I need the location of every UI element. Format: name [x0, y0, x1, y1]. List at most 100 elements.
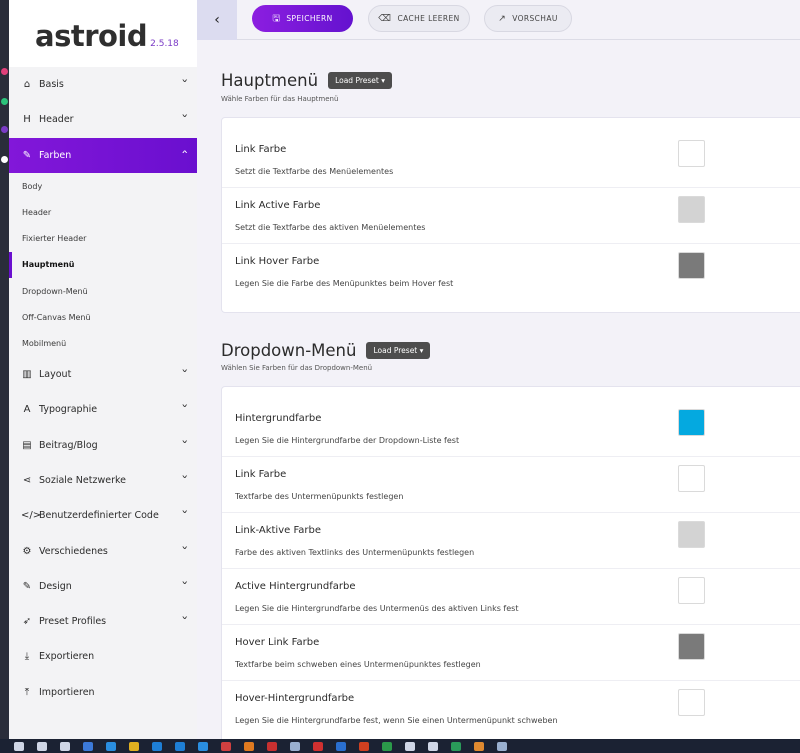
- sidebar-item-farben[interactable]: ✎ Farben ˄: [9, 137, 197, 173]
- sidebar-item-label: Preset Profiles: [39, 616, 107, 628]
- desktop-edge-strip: [0, 0, 9, 739]
- header-h-icon: H: [23, 114, 31, 126]
- color-picker-swatch[interactable]: [678, 252, 705, 279]
- color-setting-row: Link Hover Farbe Legen Sie die Farbe des …: [222, 244, 800, 300]
- color-picker-swatch[interactable]: [678, 465, 705, 492]
- chevron-down-icon: ˅: [180, 78, 189, 92]
- setting-description: Legen Sie die Hintergrundfarbe des Unter…: [235, 604, 519, 613]
- sidebar-subitem[interactable]: Mobilmenü: [9, 331, 197, 357]
- download-icon: ⤓: [24, 651, 30, 663]
- sidebar-subitem[interactable]: Fixierter Header: [9, 225, 197, 251]
- sidebar-subitem[interactable]: Off-Canvas Menü: [9, 304, 197, 330]
- color-picker-swatch[interactable]: [678, 521, 705, 548]
- load-preset-button[interactable]: Load Preset ▾: [328, 72, 392, 89]
- sidebar-item-basis[interactable]: ⌂ Basis ˅: [9, 67, 197, 102]
- preview-label: VORSCHAU: [512, 14, 558, 23]
- sidebar-item-label: Layout: [39, 369, 72, 381]
- sidebar-item-header[interactable]: H Header ˅: [9, 102, 197, 137]
- setting-description: Setzt die Textfarbe des Menüelementes: [235, 167, 394, 176]
- setting-title: Active Hintergrundfarbe: [235, 581, 356, 592]
- taskbar-app-icon[interactable]: [221, 741, 231, 751]
- sidebar-item-benutzerdefinierter-code[interactable]: </> Benutzerdefinierter Code ˅: [9, 498, 197, 533]
- chevron-down-icon: ˅: [180, 368, 189, 382]
- chevron-down-icon: ˅: [180, 544, 189, 558]
- chevron-up-icon: ˄: [180, 148, 189, 162]
- taskbar-app-icon[interactable]: [359, 741, 369, 751]
- sidebar-subitem[interactable]: Dropdown-Menü: [9, 278, 197, 304]
- taskbar-app-icon[interactable]: [129, 741, 139, 751]
- sidebar-subitem[interactable]: Body: [9, 173, 197, 199]
- color-picker-swatch[interactable]: [678, 196, 705, 223]
- color-picker-swatch[interactable]: [678, 409, 705, 436]
- sidebar-nav: ⌂ Basis ˅ H Header ˅ ✎ Farben ˄ Body Header Fixiert…: [9, 67, 197, 710]
- taskbar-app-icon[interactable]: [244, 741, 254, 751]
- setting-description: Setzt die Textfarbe des aktiven Menüelem…: [235, 223, 426, 232]
- load-preset-button[interactable]: Load Preset ▾: [366, 342, 431, 359]
- preview-button[interactable]: ↗ VORSCHAU: [484, 5, 572, 32]
- setting-description: Legen Sie die Farbe des Menüpunktes beim…: [235, 279, 454, 288]
- eraser-icon: ⌫: [378, 13, 392, 24]
- back-button[interactable]: ‹: [197, 0, 237, 40]
- sidebar-item-label: Header: [39, 114, 74, 126]
- clear-cache-button[interactable]: ⌫ CACHE LEEREN: [368, 5, 470, 32]
- taskbar-app-icon[interactable]: [83, 741, 93, 751]
- taskbar-app-icon[interactable]: [405, 741, 415, 751]
- color-picker-swatch[interactable]: [678, 140, 705, 167]
- taskbar-app-icon[interactable]: [14, 741, 24, 751]
- sidebar-item-typographie[interactable]: A Typographie ˅: [9, 392, 197, 427]
- setting-description: Textfarbe beim schweben eines Untermenüp…: [235, 660, 481, 669]
- taskbar-app-icon[interactable]: [474, 741, 484, 751]
- color-setting-row: Link Farbe Textfarbe des Untermenüpunkts …: [222, 457, 800, 513]
- taskbar-app-icon[interactable]: [37, 741, 47, 751]
- cogs-icon: ⚙: [22, 545, 32, 557]
- taskbar-app-icon[interactable]: [290, 741, 300, 751]
- upload-icon: ⤒: [24, 686, 30, 698]
- app-dot-icon: [1, 126, 8, 133]
- section-header-dropdown: Dropdown-Menü Load Preset ▾: [221, 341, 431, 360]
- setting-description: Textfarbe des Untermenüpunkts festlegen: [235, 492, 404, 501]
- brand-version: 2.5.18: [150, 39, 179, 49]
- newspaper-icon: ▤: [22, 439, 32, 451]
- sidebar-subitem[interactable]: Hauptmenü: [9, 251, 197, 279]
- taskbar-app-icon[interactable]: [106, 741, 116, 751]
- app-dot-icon: [1, 98, 8, 105]
- chevron-left-icon: ‹: [214, 12, 220, 28]
- chevron-down-icon: ˅: [180, 438, 189, 452]
- color-picker-swatch[interactable]: [678, 633, 705, 660]
- taskbar-app-icon[interactable]: [451, 741, 461, 751]
- setting-title: Link Active Farbe: [235, 200, 321, 211]
- sidebar-item-label: Verschiedenes: [39, 545, 108, 557]
- sidebar-item-layout[interactable]: ▥ Layout ˅: [9, 357, 197, 392]
- main-content: Hauptmenü Load Preset ▾ Wähle Farben für…: [197, 41, 800, 739]
- sidebar-item-exportieren[interactable]: ⤓ Exportieren: [9, 639, 197, 674]
- sidebar-item-beitrag-blog[interactable]: ▤ Beitrag/Blog ˅: [9, 428, 197, 463]
- taskbar-app-icon[interactable]: [336, 741, 346, 751]
- taskbar-app-icon[interactable]: [428, 741, 438, 751]
- taskbar-app-icon[interactable]: [175, 741, 185, 751]
- sidebar-item-soziale-netzwerke[interactable]: ⋖ Soziale Netzwerke ˅: [9, 463, 197, 498]
- share-icon: ⋖: [22, 475, 32, 486]
- external-link-icon: ↗: [498, 13, 507, 24]
- save-button[interactable]: 🖫 SPEICHERN: [252, 5, 353, 32]
- rocket-icon: ➶: [22, 616, 32, 628]
- taskbar-app-icon[interactable]: [198, 741, 208, 751]
- sidebar-item-importieren[interactable]: ⤒ Importieren: [9, 675, 197, 710]
- color-picker-swatch[interactable]: [678, 689, 705, 716]
- color-picker-swatch[interactable]: [678, 577, 705, 604]
- sidebar-item-preset-profiles[interactable]: ➶ Preset Profiles ˅: [9, 604, 197, 639]
- sidebar-item-label: Typographie: [39, 404, 98, 416]
- sidebar-item-label: Benutzerdefinierter Code: [39, 510, 159, 522]
- color-setting-row: Link Farbe Setzt die Textfarbe des Menüel…: [222, 132, 800, 188]
- chevron-down-icon: ˅: [180, 403, 189, 417]
- taskbar-app-icon[interactable]: [382, 741, 392, 751]
- taskbar-app-icon[interactable]: [152, 741, 162, 751]
- taskbar-app-icon[interactable]: [60, 741, 70, 751]
- taskbar-app-icon[interactable]: [497, 741, 507, 751]
- sidebar-item-verschiedenes[interactable]: ⚙ Verschiedenes ˅: [9, 533, 197, 568]
- sidebar-item-design[interactable]: ✎ Design ˅: [9, 569, 197, 604]
- taskbar-app-icon[interactable]: [313, 741, 323, 751]
- taskbar-app-icon[interactable]: [267, 741, 277, 751]
- app-dot-icon: [1, 156, 8, 163]
- setting-description: Legen Sie die Hintergrundfarbe fest, wen…: [235, 716, 558, 725]
- sidebar-subitem[interactable]: Header: [9, 199, 197, 225]
